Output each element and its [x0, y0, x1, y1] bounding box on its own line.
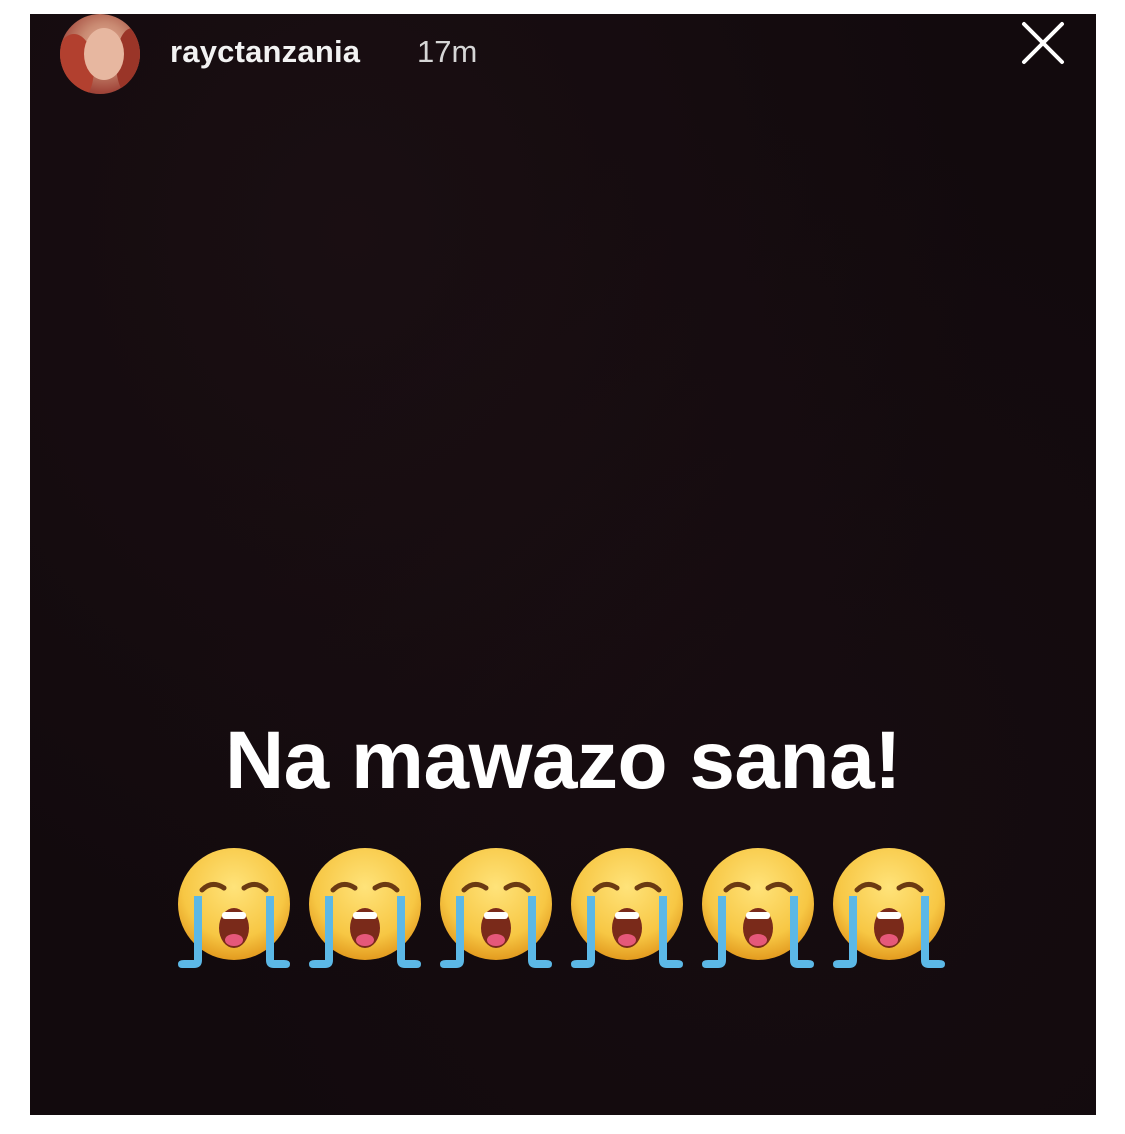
- username[interactable]: rayctanzania: [170, 34, 360, 70]
- avatar[interactable]: [60, 14, 140, 94]
- emoji-row: [172, 844, 952, 984]
- loudly-crying-face-icon: [172, 844, 296, 972]
- loudly-crying-face-icon: [827, 844, 951, 972]
- story-caption: Na mawazo sana!: [224, 715, 902, 806]
- close-icon[interactable]: [1020, 20, 1066, 66]
- story-view[interactable]: rayctanzania 17m Na mawazo sana!: [30, 14, 1096, 1115]
- loudly-crying-face-icon: [434, 844, 558, 972]
- loudly-crying-face-icon: [565, 844, 689, 972]
- screenshot-frame: rayctanzania 17m Na mawazo sana!: [0, 0, 1125, 1134]
- loudly-crying-face-icon: [303, 844, 427, 972]
- story-timestamp: 17m: [417, 34, 478, 69]
- loudly-crying-face-icon: [696, 844, 820, 972]
